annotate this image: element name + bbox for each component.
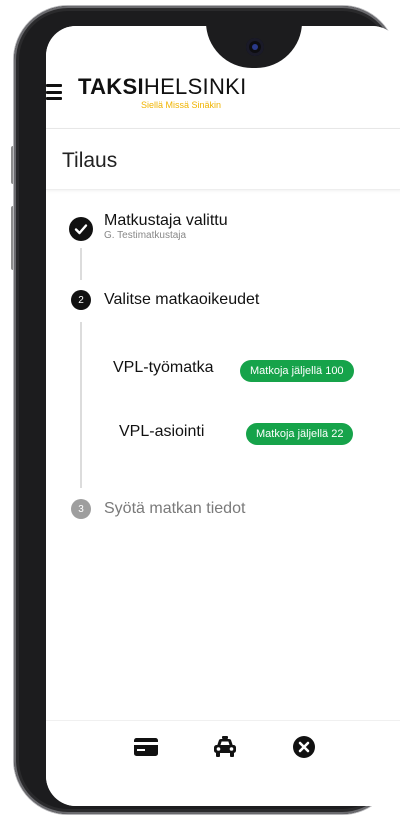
step-3-title: Syötä matkan tiedot <box>104 500 246 517</box>
bottom-action-bar <box>46 720 400 806</box>
taxi-car-icon[interactable] <box>211 734 239 760</box>
front-camera <box>246 38 264 56</box>
remaining-trips-badge: Matkoja jäljellä 100 <box>240 360 354 382</box>
page-title-bar: Tilaus <box>46 129 400 190</box>
taksi-helsinki-logo: TAKSIHELSINKI Siellä Missä Sinäkin <box>78 74 247 111</box>
step-3-number: 3 <box>71 499 91 519</box>
phone-frame: TAKSIHELSINKI Siellä Missä Sinäkin Tilau… <box>14 6 400 814</box>
step-2-title: Valitse matkaoikeudet <box>104 291 260 308</box>
app-screen: TAKSIHELSINKI Siellä Missä Sinäkin Tilau… <box>46 26 400 806</box>
step-1-subtitle: G. Testimatkustaja <box>104 230 187 241</box>
logo-bold-text: TAKSI <box>78 74 144 99</box>
logo-tagline: Siellä Missä Sinäkin <box>141 100 222 110</box>
step-connector <box>80 248 82 280</box>
close-circle-icon[interactable] <box>290 734 318 760</box>
step-1-check-icon <box>69 217 93 241</box>
logo-rest-text: HELSINKI <box>143 74 247 99</box>
step-2-number: 2 <box>71 290 91 310</box>
remaining-trips-badge: Matkoja jäljellä 22 <box>246 423 354 445</box>
page-title: Tilaus <box>62 149 118 172</box>
option-label[interactable]: VPL-asiointi <box>119 423 204 441</box>
option-label[interactable]: VPL-työmatka <box>113 359 213 377</box>
credit-card-icon[interactable] <box>132 734 160 760</box>
step-1-title: Matkustaja valittu <box>104 212 228 229</box>
step-connector <box>80 322 82 488</box>
menu-icon[interactable] <box>46 84 62 100</box>
